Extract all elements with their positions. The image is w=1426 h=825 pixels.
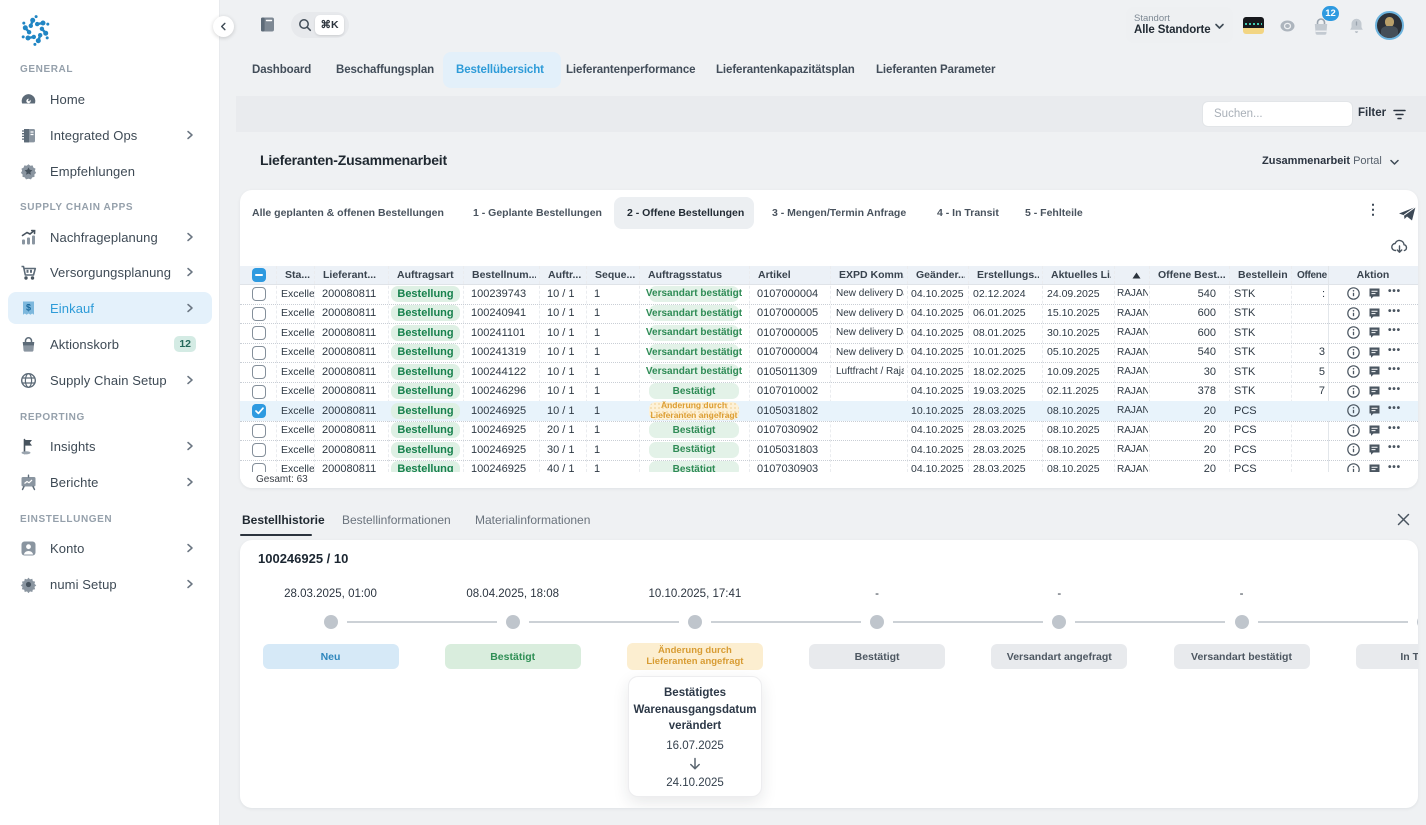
svg-text:$: $	[26, 302, 31, 312]
